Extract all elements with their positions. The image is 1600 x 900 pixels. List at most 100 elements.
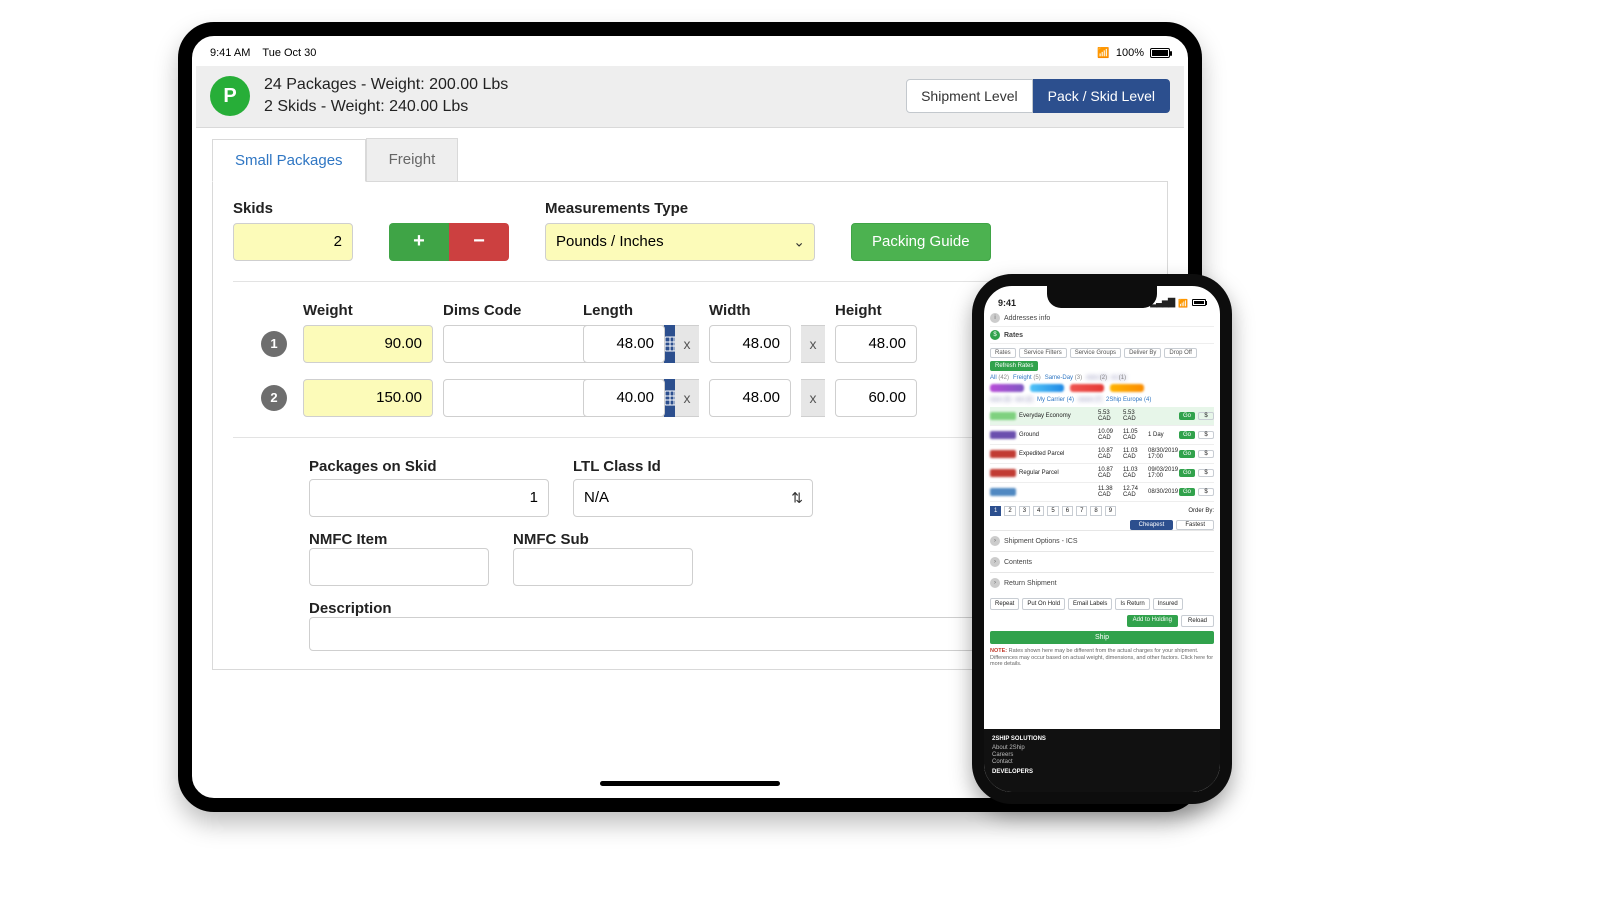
rate-row[interactable]: 11.38 CAD12.74 CAD08/30/2019Go$ (990, 483, 1214, 502)
carrier-logo[interactable] (1030, 384, 1064, 392)
iphone-frame: 9:41 iAddresses info $Rates Rates Servic… (972, 274, 1232, 804)
action-button[interactable]: Put On Hold (1022, 598, 1065, 610)
tab-freight[interactable]: Freight (366, 138, 459, 181)
add-to-holding-button[interactable]: Add to Holding (1127, 615, 1178, 627)
weight-input[interactable] (303, 379, 433, 417)
reload-button[interactable]: Reload (1181, 615, 1214, 627)
carrier-logo[interactable] (1110, 384, 1144, 392)
go-button[interactable]: Go (1179, 431, 1195, 439)
filter-chip[interactable]: xxxx (2) (1086, 375, 1107, 381)
rate-tab[interactable]: Service Groups (1070, 348, 1121, 358)
nmfc-item-label: NMFC Item (309, 531, 489, 548)
packing-guide-button[interactable]: Packing Guide (851, 223, 991, 261)
carrier-logo (990, 450, 1016, 458)
section-return-shipment[interactable]: ›Return Shipment (990, 572, 1214, 593)
length-input[interactable] (583, 379, 665, 417)
carrier-link[interactable]: xxxx (3) (990, 397, 1011, 403)
filter-chip[interactable]: xx (1) (1111, 375, 1126, 381)
price-button[interactable]: $ (1198, 412, 1214, 420)
carrier-link[interactable]: 2Ship Europe (4) (1106, 397, 1151, 403)
footer-link[interactable]: Contact (992, 759, 1212, 765)
filter-chip[interactable]: All (42) (990, 375, 1009, 381)
rate-row[interactable]: Ground10.09 CAD11.05 CAD1 DayGo$ (990, 426, 1214, 445)
price-button[interactable]: $ (1198, 431, 1214, 439)
rate-tab[interactable]: Rates (990, 348, 1016, 358)
height-input[interactable] (835, 379, 917, 417)
rate-tab[interactable]: Drop Off (1164, 348, 1197, 358)
skids-plus-button[interactable]: + (389, 223, 449, 261)
pack-skid-level-button[interactable]: Pack / Skid Level (1033, 79, 1170, 113)
ltl-class-select[interactable] (573, 479, 813, 517)
action-button[interactable]: Is Return (1115, 598, 1149, 610)
dim-separator: x (675, 325, 699, 363)
service-name: Regular Parcel (1019, 470, 1095, 477)
order-fastest-button[interactable]: Fastest (1176, 520, 1214, 530)
length-input[interactable] (583, 325, 665, 363)
page-button[interactable]: 5 (1047, 506, 1058, 516)
rate-row[interactable]: Expedited Parcel10.87 CAD11.03 CAD08/30/… (990, 445, 1214, 464)
packages-on-skid-input[interactable] (309, 479, 549, 517)
price-button[interactable]: $ (1198, 469, 1214, 477)
section-shipment-options[interactable]: ›Shipment Options - ICS (990, 530, 1214, 551)
carrier-link[interactable]: xxxxx (7) (1078, 397, 1102, 403)
rate-tab[interactable]: Deliver By (1124, 348, 1161, 358)
carrier-link[interactable]: My Carrier (4) (1037, 397, 1074, 403)
page-button[interactable]: 4 (1033, 506, 1044, 516)
section-contents[interactable]: ›Contents (990, 551, 1214, 572)
carrier-logo[interactable] (990, 384, 1024, 392)
nmfc-sub-input[interactable] (513, 548, 693, 586)
page-button[interactable]: 9 (1105, 506, 1116, 516)
rate-row[interactable]: Regular Parcel10.87 CAD11.03 CAD09/03/20… (990, 464, 1214, 483)
go-button[interactable]: Go (1179, 469, 1195, 477)
measurements-type-select[interactable] (545, 223, 815, 261)
page-button[interactable]: 3 (1019, 506, 1030, 516)
width-input[interactable] (709, 325, 791, 363)
skids-minus-button[interactable]: − (449, 223, 509, 261)
rate-tabs: Rates Service Filters Service Groups Del… (990, 348, 1214, 371)
page-button[interactable]: 7 (1076, 506, 1087, 516)
footer-link[interactable]: About 2Ship (992, 745, 1212, 751)
tab-small-packages[interactable]: Small Packages (212, 139, 366, 182)
ship-button[interactable]: Ship (990, 631, 1214, 644)
page-button[interactable]: 6 (1062, 506, 1073, 516)
price-2: 11.03 CAD (1123, 467, 1145, 479)
action-button[interactable]: Repeat (990, 598, 1019, 610)
order-cheapest-button[interactable]: Cheapest (1130, 520, 1174, 530)
action-button[interactable]: Email Labels (1068, 598, 1112, 610)
filter-chip[interactable]: Same-Day (3) (1045, 375, 1082, 381)
action-button[interactable]: Insured (1153, 598, 1183, 610)
col-weight: Weight (303, 302, 433, 319)
price-1: 10.87 CAD (1098, 448, 1120, 460)
summary-line-2: 2 Skids - Weight: 240.00 Lbs (264, 96, 508, 118)
dim-separator: x (675, 379, 699, 417)
dim-separator: x (801, 379, 825, 417)
page-button[interactable]: 8 (1090, 506, 1101, 516)
price-button[interactable]: $ (1198, 488, 1214, 496)
price-2: 11.05 CAD (1123, 429, 1145, 441)
shipment-level-button[interactable]: Shipment Level (906, 79, 1033, 113)
price-2: 5.53 CAD (1123, 410, 1145, 422)
go-button[interactable]: Go (1179, 412, 1195, 420)
skids-input[interactable] (233, 223, 353, 261)
filter-chip[interactable]: Freight (5) (1013, 375, 1041, 381)
width-input[interactable] (709, 379, 791, 417)
go-button[interactable]: Go (1179, 450, 1195, 458)
price-button[interactable]: $ (1198, 450, 1214, 458)
page-button[interactable]: 2 (1004, 506, 1015, 516)
section-addresses[interactable]: iAddresses info (990, 310, 1214, 327)
go-button[interactable]: Go (1179, 488, 1195, 496)
height-input[interactable] (835, 325, 917, 363)
carrier-link[interactable]: xxx (2) (1015, 397, 1033, 403)
carrier-logo[interactable] (1070, 384, 1104, 392)
iphone-screen: 9:41 iAddresses info $Rates Rates Servic… (984, 286, 1220, 792)
footer-link[interactable]: Careers (992, 752, 1212, 758)
avatar[interactable]: P (210, 76, 250, 116)
nmfc-item-input[interactable] (309, 548, 489, 586)
section-rates[interactable]: $Rates (990, 327, 1214, 344)
refresh-rates-button[interactable]: Refresh Rates (990, 361, 1038, 371)
battery-icon (1150, 48, 1170, 58)
page-button[interactable]: 1 (990, 506, 1001, 516)
rate-tab[interactable]: Service Filters (1019, 348, 1067, 358)
weight-input[interactable] (303, 325, 433, 363)
rate-row[interactable]: Everyday Economy5.53 CAD5.53 CADGo$ (990, 407, 1214, 426)
